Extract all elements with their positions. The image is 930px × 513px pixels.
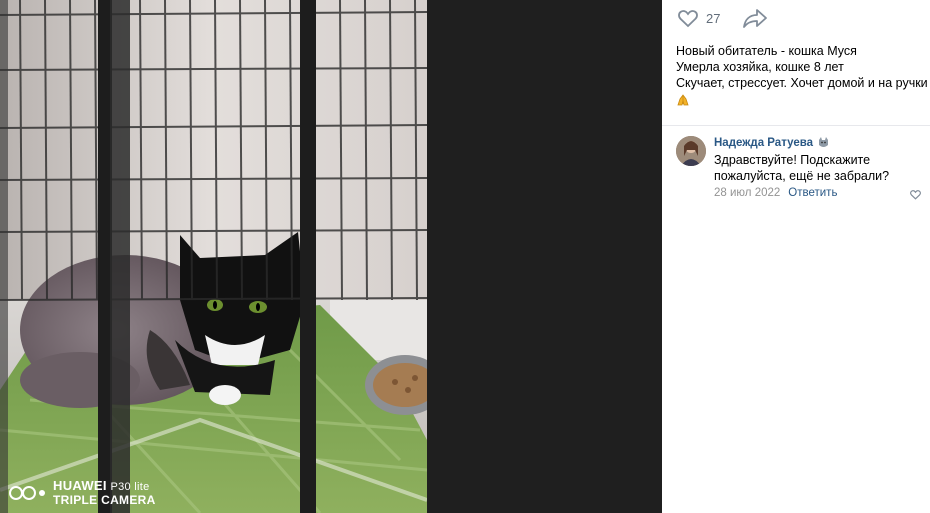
comment-text: Здравствуйте! Подскажите пожалуйста, ещё… [714,153,890,183]
comment-author[interactable]: Надежда Ратуева [714,136,916,149]
camera-watermark: HUAWEI P30 lite TRIPLE CAMERA [9,479,156,507]
post-photo[interactable]: HUAWEI P30 lite TRIPLE CAMERA [0,0,427,513]
comment: Надежда Ратуева Здравствуйте! Подскажите… [662,126,930,201]
comment-author-name: Надежда Ратуева [714,136,814,149]
reply-link[interactable]: Ответить [788,187,837,199]
caption-line: Умерла хозяйка, кошке 8 лет [676,60,844,74]
avatar-image [676,136,706,166]
photo-viewer: HUAWEI P30 lite TRIPLE CAMERA 27 Новый о… [0,0,930,513]
folded-hands-icon [677,94,689,106]
cat-in-cage-image [0,0,427,513]
cat-emoji-icon [819,137,829,147]
watermark-camera: TRIPLE CAMERA [53,493,156,507]
caption-line: Новый обитатель - кошка Муся [676,44,857,58]
photo-background [427,0,662,513]
triple-camera-logo-icon [9,486,45,500]
like-count: 27 [706,10,721,26]
photo-area: HUAWEI P30 lite TRIPLE CAMERA [0,0,662,513]
watermark-brand: HUAWEI [53,478,107,493]
heart-icon [678,10,698,28]
comment-date: 28 июл 2022 [714,187,781,199]
heart-icon[interactable] [909,188,922,201]
avatar[interactable] [676,136,706,166]
comment-meta: 28 июл 2022 Ответить [714,187,916,199]
share-arrow-icon[interactable] [742,7,768,29]
post-caption: Новый обитатель - кошка Муся Умерла хозя… [662,36,930,111]
like-button[interactable]: 27 [676,6,720,30]
caption-line: Скучает, стрессует. Хочет домой и на руч… [676,76,928,90]
post-sidebar: 27 Новый обитатель - кошка Муся Умерла х… [662,0,930,513]
watermark-model: P30 lite [110,481,150,493]
post-actions: 27 [662,0,930,36]
